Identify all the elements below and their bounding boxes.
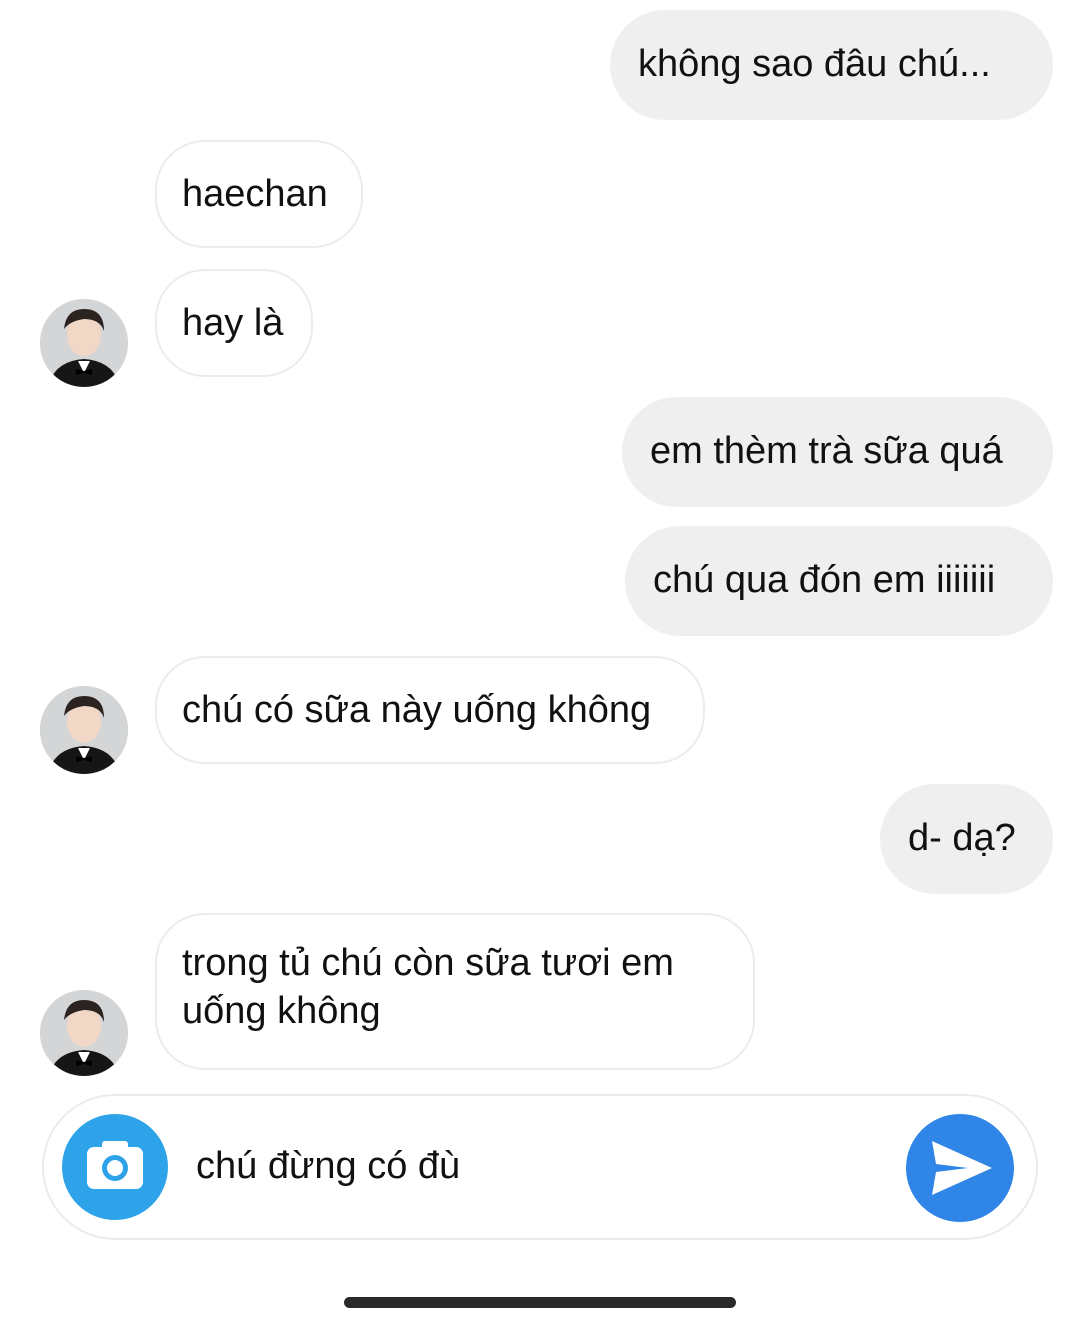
message-text: chú qua đón em iiiiiii [653, 559, 996, 601]
message-text: em thèm trà sữa quá [650, 430, 1003, 472]
message-bubble-incoming[interactable]: haechan [155, 140, 363, 248]
message-text: không sao đâu chú... [638, 43, 991, 85]
message-text: chú có sữa này uống không [182, 689, 652, 731]
camera-button[interactable] [62, 1114, 168, 1220]
send-button[interactable] [906, 1114, 1014, 1222]
message-bubble-incoming[interactable]: trong tủ chú còn sữa tươi em uống không [155, 913, 755, 1070]
message-text: d- dạ? [908, 817, 1016, 859]
message-input[interactable]: chú đừng có đù [196, 1142, 460, 1190]
message-bubble-outgoing[interactable]: d- dạ? [880, 784, 1053, 894]
contact-avatar[interactable] [40, 686, 128, 774]
message-text: haechan [182, 173, 328, 215]
message-thread: không sao đâu chú... haechan hay là em t… [0, 0, 1080, 1080]
message-bubble-incoming[interactable]: chú có sữa này uống không [155, 656, 705, 764]
home-indicator[interactable] [344, 1297, 736, 1308]
message-bubble-outgoing[interactable]: không sao đâu chú... [610, 10, 1053, 120]
message-bubble-outgoing[interactable]: chú qua đón em iiiiiii [625, 526, 1053, 636]
message-bubble-incoming[interactable]: hay là [155, 269, 313, 377]
contact-avatar[interactable] [40, 299, 128, 387]
message-text: hay là [182, 302, 284, 344]
camera-icon [87, 1141, 143, 1189]
message-text: trong tủ chú còn sữa tươi em uống không [182, 942, 674, 1032]
message-bubble-outgoing[interactable]: em thèm trà sữa quá [622, 397, 1053, 507]
send-icon [932, 1141, 992, 1195]
message-composer: chú đừng có đù [42, 1094, 1038, 1240]
contact-avatar[interactable] [40, 990, 128, 1076]
